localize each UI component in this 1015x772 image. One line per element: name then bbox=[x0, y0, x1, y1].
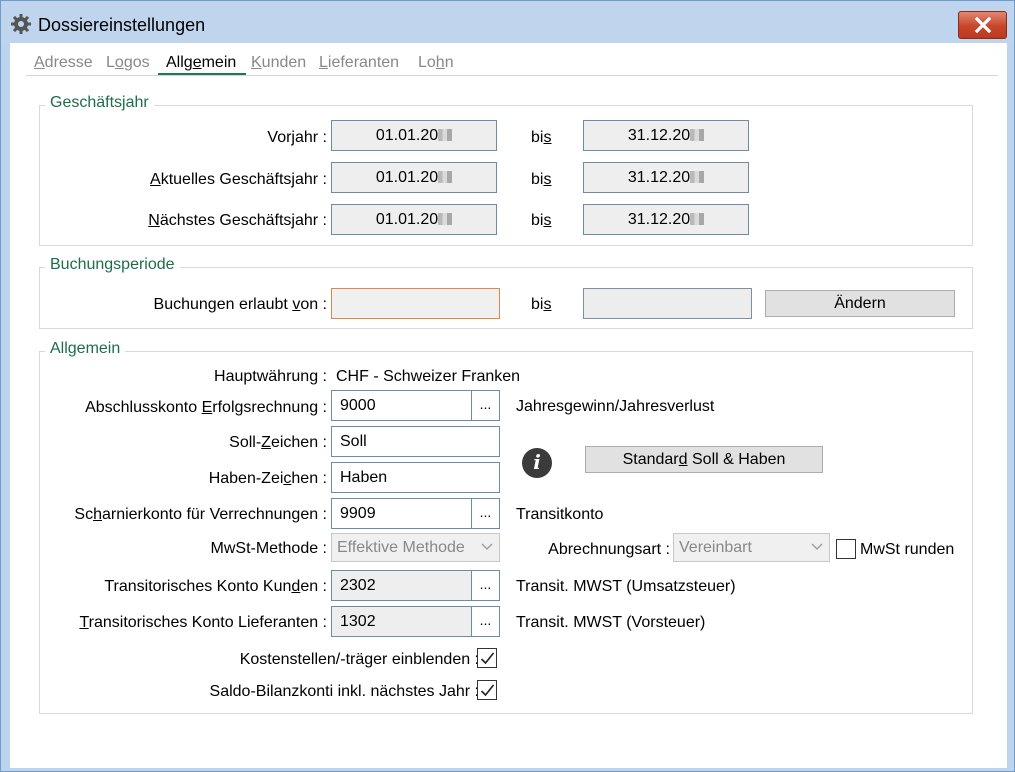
balance-next-year-label: Saldo-Bilanzkonti inkl. nächstes Jahr : bbox=[209, 683, 479, 700]
hinge-account-browse-button[interactable]: ... bbox=[471, 498, 500, 529]
hinge-account-field[interactable]: 9909 bbox=[331, 498, 472, 529]
bis-label: bis bbox=[531, 212, 552, 229]
vat-method-select[interactable]: Effektive Methode bbox=[331, 533, 500, 562]
transit-supplier-desc: Transit. MWST (Vorsteuer) bbox=[516, 614, 706, 631]
closing-account-browse-button[interactable]: ... bbox=[471, 390, 500, 421]
info-icon: i bbox=[522, 448, 552, 478]
next-year-from-field: 01.01.20 bbox=[331, 204, 497, 235]
hinge-account-desc: Transitkonto bbox=[516, 506, 604, 523]
posting-from-label: Buchungen erlaubt von : bbox=[153, 296, 327, 313]
checkmark-icon bbox=[480, 684, 495, 697]
current-year-from-field: 01.01.20 bbox=[331, 162, 497, 193]
transit-supplier-browse-button[interactable]: ... bbox=[471, 606, 500, 637]
transit-supplier-field[interactable]: 1302 bbox=[331, 606, 472, 637]
change-button[interactable]: Ändern bbox=[765, 290, 955, 317]
transit-customer-desc: Transit. MWST (Umsatzsteuer) bbox=[516, 578, 736, 595]
posting-period-title: Buchungsperiode bbox=[45, 256, 180, 274]
current-year-label: Aktuelles Geschäftsjahr : bbox=[150, 171, 327, 188]
fiscal-year-title: Geschäftsjahr bbox=[45, 94, 154, 112]
close-icon bbox=[974, 17, 992, 33]
tab-kunden[interactable]: Kunden bbox=[251, 54, 306, 72]
vat-method-label: MwSt-Methode : bbox=[210, 540, 327, 557]
transit-customer-label: Transitorisches Konto Kunden : bbox=[104, 578, 327, 595]
vat-round-label: MwSt runden bbox=[860, 541, 955, 558]
hinge-account-label: Scharnierkonto für Verrechnungen : bbox=[74, 506, 327, 523]
checkmark-icon bbox=[480, 652, 495, 665]
gear-icon bbox=[11, 14, 31, 34]
prior-year-label: Vorjahr : bbox=[267, 129, 327, 146]
posting-to-field bbox=[583, 288, 752, 319]
credit-sign-label: Haben-Zeichen : bbox=[208, 470, 327, 487]
next-year-to-field: 31.12.20 bbox=[583, 204, 749, 235]
tab-logos[interactable]: Logos bbox=[106, 54, 150, 72]
currency-label: Hauptwährung : bbox=[214, 368, 327, 385]
debit-sign-label: Soll-Zeichen : bbox=[229, 434, 327, 451]
window-title: Dossiereinstellungen bbox=[38, 15, 206, 35]
transit-customer-browse-button[interactable]: ... bbox=[471, 570, 500, 601]
transit-customer-field[interactable]: 2302 bbox=[331, 570, 472, 601]
prior-year-to-field: 31.12.20 bbox=[583, 120, 749, 151]
billing-type-select[interactable]: Vereinbart bbox=[673, 533, 830, 562]
bis-label: bis bbox=[531, 296, 552, 313]
cost-center-label: Kostenstellen/-träger einblenden : bbox=[239, 651, 479, 668]
closing-account-field[interactable]: 9000 bbox=[331, 390, 472, 421]
tab-adresse[interactable]: Adresse bbox=[34, 54, 93, 72]
closing-account-desc: Jahresgewinn/Jahresverlust bbox=[516, 398, 715, 415]
standard-debit-credit-button[interactable]: Standard Soll & Haben bbox=[585, 446, 823, 473]
tab-allgemein[interactable]: Allgemein bbox=[166, 54, 236, 72]
tab-lohn[interactable]: Lohn bbox=[418, 54, 454, 72]
close-button[interactable] bbox=[958, 11, 1007, 39]
closing-account-label: Abschlusskonto Erfolgsrechnung : bbox=[85, 399, 327, 416]
current-year-to-field: 31.12.20 bbox=[583, 162, 749, 193]
cost-center-checkbox[interactable] bbox=[477, 648, 497, 668]
chevron-down-icon bbox=[811, 543, 823, 550]
billing-type-label: Abrechnungsart : bbox=[548, 541, 670, 558]
title-bar: Dossiereinstellungen bbox=[1, 1, 1014, 43]
general-title: Allgemein bbox=[45, 340, 126, 358]
dialog-content: Adresse Logos Allgemein Kunden Lieferant… bbox=[10, 43, 1007, 768]
bis-label: bis bbox=[531, 171, 552, 188]
transit-supplier-label: Transitorisches Konto Lieferanten : bbox=[79, 614, 327, 631]
tab-lieferanten[interactable]: Lieferanten bbox=[319, 54, 399, 72]
posting-from-field[interactable] bbox=[331, 288, 500, 319]
vat-round-checkbox[interactable] bbox=[836, 539, 856, 559]
prior-year-from-field: 01.01.20 bbox=[331, 120, 497, 151]
balance-next-year-checkbox[interactable] bbox=[477, 680, 497, 700]
bis-label: bis bbox=[531, 129, 552, 146]
dialog-window: Dossiereinstellungen Adresse Logos Allge… bbox=[0, 0, 1015, 772]
currency-value: CHF - Schweizer Franken bbox=[336, 368, 521, 385]
credit-sign-field[interactable]: Haben bbox=[331, 462, 500, 493]
tab-divider bbox=[26, 75, 998, 76]
next-year-label: Nächstes Geschäftsjahr : bbox=[148, 212, 327, 229]
chevron-down-icon bbox=[481, 543, 493, 550]
debit-sign-field[interactable]: Soll bbox=[331, 426, 500, 457]
